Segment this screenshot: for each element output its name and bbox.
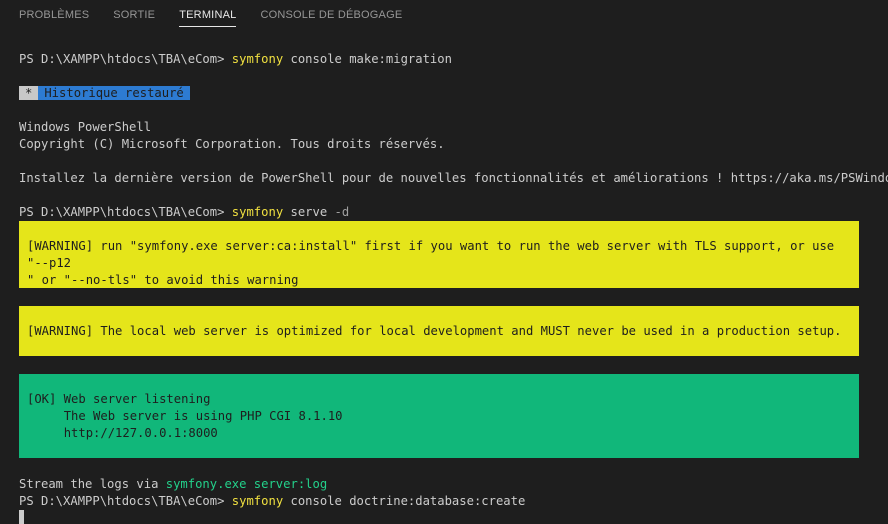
ok-php-version: The Web server is using PHP CGI 8.1.10	[27, 409, 343, 423]
powershell-title: Windows PowerShell	[19, 120, 152, 134]
command-flag: -d	[334, 205, 350, 219]
ok-status: [OK] Web server listening	[27, 392, 211, 406]
command-exe: symfony	[231, 494, 284, 508]
logs-prefix: Stream the logs via	[19, 477, 166, 491]
command-exe: symfony	[231, 205, 284, 219]
terminal-cursor	[19, 510, 24, 524]
command-line-serve: PS D:\XAMPP\htdocs\TBA\eCom> symfony ser…	[19, 204, 349, 221]
powershell-update-notice: Installez la dernière version de PowerSh…	[19, 171, 888, 185]
command-args: console doctrine:database:create	[283, 494, 526, 508]
prompt: PS D:\XAMPP\htdocs\TBA\eCom>	[19, 205, 232, 219]
warning-block-tls: [WARNING] run "symfony.exe server:ca:ins…	[19, 221, 859, 288]
command-exe: symfony	[231, 52, 284, 66]
badge-star: *	[19, 86, 39, 100]
command-args: serve	[283, 205, 335, 219]
ok-block-server-listening: [OK] Web server listening The Web server…	[19, 374, 859, 458]
tab-output[interactable]: SORTIE	[113, 9, 155, 26]
warning-block-production: [WARNING] The local web server is optimi…	[19, 306, 859, 356]
panel-tab-bar: PROBLÈMES SORTIE TERMINAL CONSOLE DE DÉB…	[0, 0, 888, 32]
command-args: console make:migration	[283, 52, 452, 66]
command-line-database-create: PS D:\XAMPP\htdocs\TBA\eCom> symfony con…	[19, 493, 525, 510]
powershell-copyright: Copyright (C) Microsoft Corporation. Tou…	[19, 137, 445, 151]
stream-logs-hint: Stream the logs via symfony.exe server:l…	[19, 476, 327, 493]
tab-problems[interactable]: PROBLÈMES	[19, 9, 89, 26]
prompt: PS D:\XAMPP\htdocs\TBA\eCom>	[19, 52, 232, 66]
badge-text: Historique restauré	[38, 86, 190, 100]
history-restored-badge: * Historique restauré	[19, 85, 190, 102]
tab-terminal[interactable]: TERMINAL	[179, 9, 237, 27]
logs-command: symfony.exe server:log	[165, 477, 328, 491]
ok-server-url: http://127.0.0.1:8000	[27, 426, 218, 440]
terminal-output[interactable]: PS D:\XAMPP\htdocs\TBA\eCom> symfony con…	[19, 51, 888, 524]
prompt: PS D:\XAMPP\htdocs\TBA\eCom>	[19, 494, 232, 508]
command-line-make-migration: PS D:\XAMPP\htdocs\TBA\eCom> symfony con…	[19, 51, 452, 68]
tab-debug-console[interactable]: CONSOLE DE DÉBOGAGE	[260, 9, 402, 26]
